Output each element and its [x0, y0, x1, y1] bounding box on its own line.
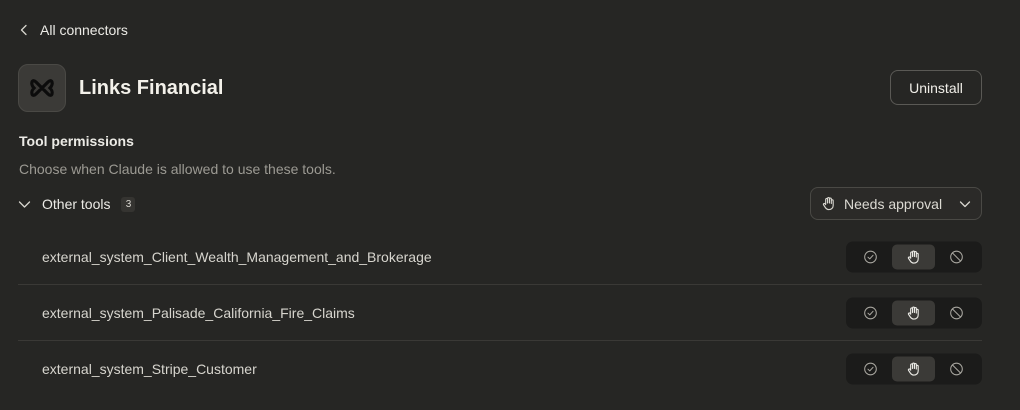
allow-always-button[interactable] — [849, 357, 892, 382]
links-financial-logo-icon — [30, 79, 54, 97]
tool-row: external_system_Stripe_Customer — [18, 341, 982, 397]
allow-always-button[interactable] — [849, 244, 892, 269]
uninstall-button[interactable]: Uninstall — [890, 70, 982, 105]
back-link[interactable]: All connectors — [18, 19, 128, 41]
hand-icon — [907, 362, 919, 376]
tool-name: external_system_Palisade_California_Fire… — [42, 304, 355, 321]
block-button[interactable] — [935, 300, 978, 325]
group-policy-value: Needs approval — [844, 195, 943, 212]
block-button[interactable] — [935, 244, 978, 269]
check-circle-icon — [864, 250, 877, 263]
other-tools-toggle[interactable]: Other tools 3 — [18, 194, 136, 214]
hand-icon — [907, 249, 919, 264]
tool-count-badge: 3 — [121, 196, 136, 212]
hand-icon — [907, 305, 919, 320]
block-icon — [950, 362, 963, 376]
connector-logo — [18, 64, 66, 112]
tool-row: external_system_Client_Wealth_Management… — [18, 229, 982, 285]
tool-permission-control — [846, 241, 982, 272]
chevron-left-icon — [20, 24, 27, 36]
block-icon — [950, 306, 963, 319]
tool-name: external_system_Client_Wealth_Management… — [42, 248, 432, 265]
permissions-title: Tool permissions — [19, 133, 134, 149]
group-policy-select[interactable]: Needs approval — [810, 187, 982, 220]
connector-name: Links Financial — [79, 77, 224, 99]
tool-row: external_system_Palisade_California_Fire… — [18, 285, 982, 341]
hand-icon — [822, 196, 834, 211]
block-icon — [950, 250, 963, 263]
block-button[interactable] — [935, 357, 978, 382]
group-label: Other tools — [42, 196, 111, 212]
chevron-down-icon — [959, 200, 971, 207]
needs-approval-button[interactable] — [892, 356, 935, 382]
back-link-label: All connectors — [40, 22, 128, 38]
tool-name: external_system_Stripe_Customer — [42, 361, 257, 377]
connector-settings-page: All connectors Links Financial Uninstall… — [0, 0, 1020, 410]
check-circle-icon — [864, 306, 877, 319]
needs-approval-button[interactable] — [892, 244, 935, 269]
check-circle-icon — [864, 362, 877, 376]
tool-permission-control — [846, 353, 982, 385]
chevron-down-icon — [18, 200, 31, 208]
allow-always-button[interactable] — [849, 300, 892, 325]
needs-approval-button[interactable] — [892, 300, 935, 325]
tool-permission-control — [846, 297, 982, 328]
permissions-subtitle: Choose when Claude is allowed to use the… — [19, 161, 336, 177]
